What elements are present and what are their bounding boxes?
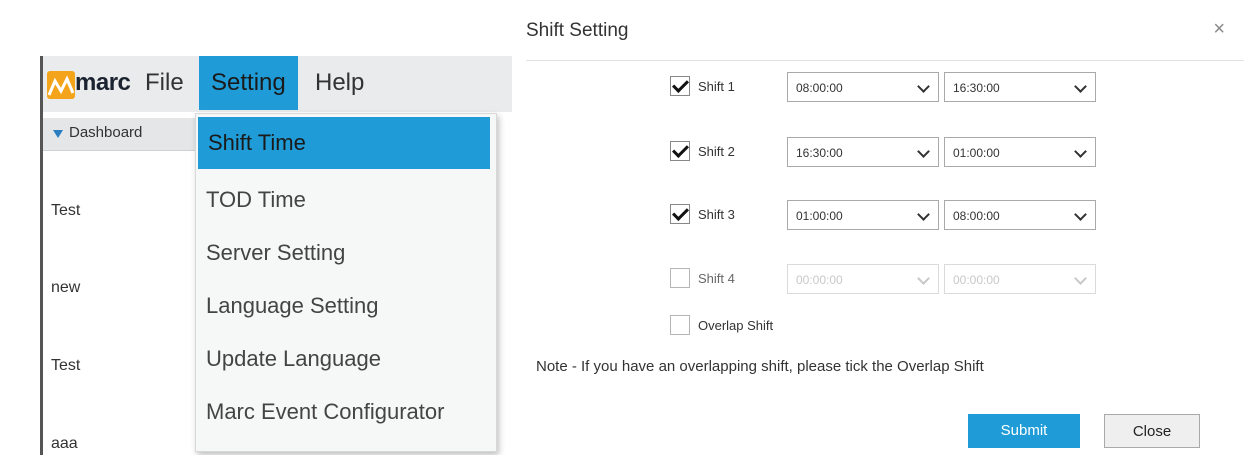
menu-item-language-setting[interactable]: Language Setting (196, 280, 492, 332)
shift-1-label: Shift 1 (698, 79, 735, 94)
menu-item-shift-time[interactable]: Shift Time (198, 117, 490, 169)
chevron-down-icon (1074, 80, 1087, 93)
shift-row-3: Shift 3 01:00:00 08:00:00 (670, 200, 1110, 230)
list-item[interactable]: Test (51, 357, 80, 375)
dialog-title: Shift Setting (526, 20, 629, 41)
shift-2-end-select[interactable]: 01:00:00 (944, 137, 1096, 167)
logo-text: marc (75, 69, 131, 96)
close-icon[interactable]: × (1213, 18, 1225, 41)
dialog-divider (526, 60, 1244, 61)
overlap-note: Note - If you have an overlapping shift,… (536, 358, 984, 375)
shift-1-checkbox[interactable] (670, 76, 690, 96)
shift-row-2: Shift 2 16:30:00 01:00:00 (670, 137, 1110, 167)
setting-dropdown-menu: Shift Time TOD Time Server Setting Langu… (195, 113, 497, 452)
shift-2-start-select[interactable]: 16:30:00 (787, 137, 939, 167)
list-item[interactable]: aaa (51, 435, 78, 453)
dashboard-label: Dashboard (69, 124, 143, 141)
triangle-down-icon (53, 130, 63, 138)
shift-4-end-select: 00:00:00 (944, 264, 1096, 294)
shift-1-end-value: 16:30:00 (953, 81, 1000, 95)
shift-row-4: Shift 4 00:00:00 00:00:00 (670, 264, 1110, 294)
shift-2-label: Shift 2 (698, 144, 735, 159)
chevron-down-icon (917, 272, 930, 285)
menu-item-tod-time[interactable]: TOD Time (196, 174, 492, 226)
dashboard-header[interactable]: Dashboard (43, 118, 203, 151)
left-panel: Dashboard Test new Test aaa (40, 112, 203, 455)
chevron-down-icon (917, 208, 930, 221)
shift-setting-dialog: Shift Setting × Shift 1 08:00:00 16:30:0… (512, 0, 1247, 455)
shift-1-start-value: 08:00:00 (796, 81, 843, 95)
shift-4-end-value: 00:00:00 (953, 273, 1000, 287)
shift-3-checkbox[interactable] (670, 204, 690, 224)
shift-4-start-value: 00:00:00 (796, 273, 843, 287)
shift-3-start-select[interactable]: 01:00:00 (787, 200, 939, 230)
chevron-down-icon (917, 80, 930, 93)
shift-1-end-select[interactable]: 16:30:00 (944, 72, 1096, 102)
app-window: marc File Setting Help Dashboard Test ne… (0, 0, 513, 455)
marc-logo-icon (47, 71, 75, 99)
shift-4-checkbox[interactable] (670, 268, 690, 288)
shift-4-start-select: 00:00:00 (787, 264, 939, 294)
list-item[interactable]: new (51, 279, 80, 297)
menu-file[interactable]: File (133, 56, 196, 110)
chevron-down-icon (1074, 272, 1087, 285)
menu-item-marc-event-configurator[interactable]: Marc Event Configurator (196, 386, 492, 438)
close-button[interactable]: Close (1104, 414, 1200, 448)
overlap-shift-checkbox[interactable] (670, 315, 690, 335)
menu-setting[interactable]: Setting (199, 56, 298, 110)
menu-bar: marc File Setting Help (40, 56, 513, 112)
chevron-down-icon (917, 145, 930, 158)
shift-2-checkbox[interactable] (670, 141, 690, 161)
shift-3-start-value: 01:00:00 (796, 209, 843, 223)
submit-button[interactable]: Submit (968, 414, 1080, 448)
menu-item-update-language[interactable]: Update Language (196, 333, 492, 385)
shift-3-end-value: 08:00:00 (953, 209, 1000, 223)
shift-1-start-select[interactable]: 08:00:00 (787, 72, 939, 102)
list-item[interactable]: Test (51, 202, 80, 220)
shift-2-start-value: 16:30:00 (796, 146, 843, 160)
menu-item-server-setting[interactable]: Server Setting (196, 227, 492, 279)
chevron-down-icon (1074, 208, 1087, 221)
shift-4-label: Shift 4 (698, 271, 735, 286)
overlap-shift-label: Overlap Shift (698, 318, 774, 333)
chevron-down-icon (1074, 145, 1087, 158)
shift-row-1: Shift 1 08:00:00 16:30:00 (670, 72, 1110, 102)
shift-3-end-select[interactable]: 08:00:00 (944, 200, 1096, 230)
menu-help[interactable]: Help (303, 56, 376, 110)
shift-2-end-value: 01:00:00 (953, 146, 1000, 160)
shift-3-label: Shift 3 (698, 207, 735, 222)
